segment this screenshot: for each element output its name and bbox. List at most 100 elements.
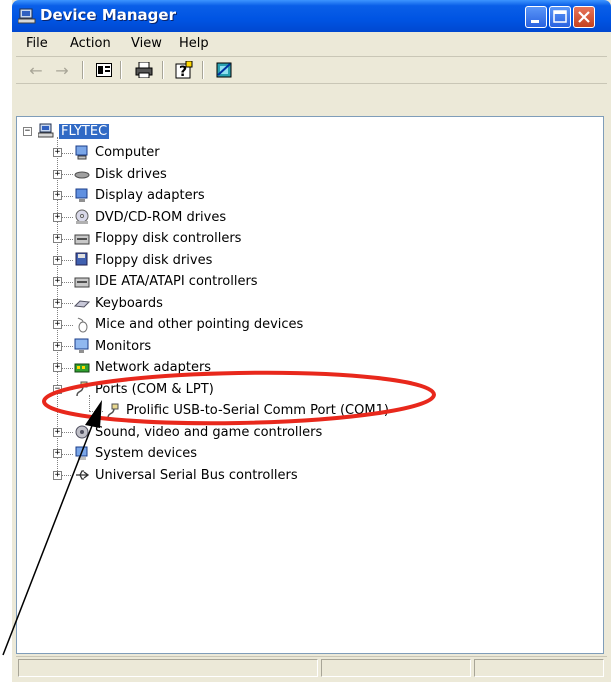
tree-item-label: Network adapters bbox=[95, 360, 212, 375]
tree-item[interactable]: + Display adapters bbox=[53, 186, 205, 206]
print-icon[interactable] bbox=[134, 60, 154, 80]
tree-item[interactable]: + Keyboards bbox=[53, 293, 163, 313]
back-arrow-icon[interactable]: ← bbox=[26, 60, 46, 80]
device-manager-icon bbox=[18, 8, 36, 24]
expand-toggle-icon[interactable]: + bbox=[53, 255, 62, 265]
expand-toggle-icon[interactable]: + bbox=[53, 148, 62, 157]
port-icon bbox=[76, 381, 88, 397]
tree-item-label: Mice and other pointing devices bbox=[95, 317, 304, 332]
tree-item[interactable]: + IDE ATA/ATAPI controllers bbox=[53, 272, 258, 292]
tree-item[interactable]: + System devices bbox=[53, 444, 197, 464]
window-title: Device Manager bbox=[40, 6, 176, 24]
status-pane-3 bbox=[474, 659, 604, 677]
expand-toggle-icon[interactable]: + bbox=[53, 363, 62, 372]
expand-toggle-icon[interactable]: + bbox=[53, 427, 62, 437]
controller-icon bbox=[74, 234, 90, 244]
status-bar bbox=[16, 656, 607, 679]
computer-icon bbox=[38, 123, 54, 138]
tree-item-label: Prolific USB-to-Serial Comm Port (COM1) bbox=[126, 403, 389, 418]
expand-toggle-icon[interactable]: + bbox=[53, 234, 62, 243]
tree-item[interactable]: + Universal Serial Bus controllers bbox=[53, 465, 298, 485]
collapse-toggle-icon[interactable]: − bbox=[53, 384, 62, 394]
sound-icon bbox=[75, 425, 89, 439]
tree-item-label: Floppy disk drives bbox=[95, 252, 213, 268]
tree-item[interactable]: + Floppy disk drives bbox=[53, 250, 212, 270]
device-tree[interactable]: − FLYTEC + Computer + Disk drives + Display ada… bbox=[16, 116, 604, 654]
scan-hardware-icon[interactable] bbox=[214, 60, 234, 80]
system-icon bbox=[75, 446, 88, 460]
tree-item[interactable]: + Monitors bbox=[53, 336, 151, 356]
device-manager-window: Device Manager File Action View Help ← →… bbox=[12, 0, 611, 682]
monitor-icon bbox=[74, 338, 89, 353]
tree-item-label: Monitors bbox=[95, 338, 152, 354]
tree-item[interactable]: + Computer bbox=[53, 143, 160, 163]
tree-item-label: IDE ATA/ATAPI controllers bbox=[95, 274, 258, 289]
close-button[interactable] bbox=[573, 6, 595, 28]
tree-item[interactable]: + Floppy disk controllers bbox=[53, 229, 241, 249]
title-bar[interactable]: Device Manager bbox=[12, 0, 611, 32]
tree-item-label: DVD/CD-ROM drives bbox=[95, 209, 227, 225]
disk-drive-icon bbox=[74, 171, 90, 179]
tree-item-label: Floppy disk controllers bbox=[95, 231, 242, 246]
tree-item[interactable]: + DVD/CD-ROM drives bbox=[53, 207, 226, 227]
tree-subitem[interactable]: Prolific USB-to-Serial Comm Port (COM1) bbox=[105, 401, 389, 421]
port-icon bbox=[107, 403, 119, 418]
mouse-icon bbox=[77, 317, 88, 332]
forward-arrow-icon[interactable]: → bbox=[52, 60, 72, 80]
display-icon bbox=[75, 188, 88, 202]
expand-toggle-icon[interactable]: + bbox=[53, 191, 62, 200]
tree-item[interactable]: + Disk drives bbox=[53, 164, 167, 184]
cd-icon bbox=[75, 209, 89, 224]
tree-item-label: Disk drives bbox=[95, 166, 167, 182]
tree-item-label: Keyboards bbox=[95, 295, 163, 311]
toolbar-separator bbox=[120, 61, 122, 79]
maximize-button[interactable] bbox=[549, 6, 571, 28]
keyboard-icon bbox=[74, 300, 90, 308]
computer-icon bbox=[75, 145, 88, 159]
toolbar-separator bbox=[202, 61, 204, 79]
minimize-icon bbox=[531, 20, 539, 23]
tree-item[interactable]: + Sound, video and game controllers bbox=[53, 422, 322, 442]
tree-item-label: Display adapters bbox=[95, 188, 205, 203]
tree-item[interactable]: + Network adapters bbox=[53, 358, 211, 378]
tree-root-label: FLYTEC bbox=[59, 123, 110, 139]
expand-toggle-icon[interactable]: + bbox=[53, 298, 62, 308]
toolbar-separator bbox=[82, 61, 84, 79]
expand-toggle-icon[interactable]: + bbox=[53, 320, 62, 329]
expand-toggle-icon[interactable]: + bbox=[53, 449, 62, 458]
menu-action[interactable]: Action bbox=[70, 36, 111, 51]
toolbar: ← → ? bbox=[16, 57, 607, 84]
floppy-icon bbox=[75, 252, 88, 266]
tree-item-label: Ports (COM & LPT) bbox=[95, 381, 214, 397]
toolbar-separator bbox=[162, 61, 164, 79]
tree-item-label: Computer bbox=[95, 145, 160, 160]
properties-icon[interactable] bbox=[94, 60, 114, 80]
tree-item-label: System devices bbox=[95, 446, 198, 461]
help-icon[interactable]: ? bbox=[174, 60, 194, 80]
tree-root[interactable]: − FLYTEC bbox=[23, 121, 110, 141]
tree-guide-line bbox=[89, 410, 103, 412]
usb-icon bbox=[76, 470, 90, 480]
expand-toggle-icon[interactable]: + bbox=[53, 341, 62, 351]
status-pane-main bbox=[18, 659, 318, 677]
minimize-button[interactable] bbox=[525, 6, 547, 28]
menu-help[interactable]: Help bbox=[179, 36, 209, 51]
maximize-icon bbox=[553, 10, 567, 23]
status-pane-2 bbox=[321, 659, 471, 677]
expand-toggle-icon[interactable]: + bbox=[53, 277, 62, 286]
expand-toggle-icon[interactable]: + bbox=[53, 212, 62, 222]
close-icon bbox=[578, 11, 590, 23]
menu-file[interactable]: File bbox=[26, 36, 48, 51]
controller-icon bbox=[74, 277, 90, 287]
tree-item[interactable]: − Ports (COM & LPT) bbox=[53, 379, 214, 399]
collapse-toggle-icon[interactable]: − bbox=[23, 126, 32, 136]
tree-guide-line bbox=[89, 394, 90, 411]
expand-toggle-icon[interactable]: + bbox=[53, 169, 62, 179]
tree-item-label: Universal Serial Bus controllers bbox=[95, 467, 298, 483]
tree-item[interactable]: + Mice and other pointing devices bbox=[53, 315, 303, 335]
network-icon bbox=[74, 363, 90, 372]
expand-toggle-icon[interactable]: + bbox=[53, 470, 62, 480]
menu-view[interactable]: View bbox=[131, 36, 162, 51]
menu-bar: File Action View Help bbox=[16, 32, 607, 57]
tree-item-label: Sound, video and game controllers bbox=[95, 424, 323, 440]
